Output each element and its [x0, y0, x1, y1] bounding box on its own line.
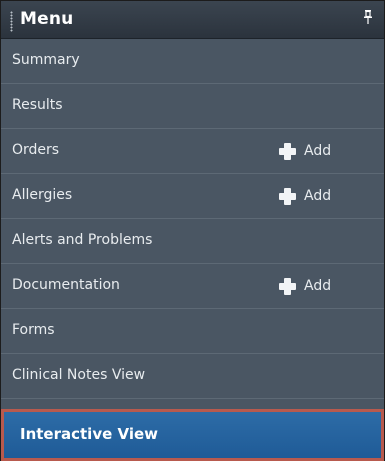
menu-item-label: Results [12, 97, 63, 113]
plus-icon [279, 142, 296, 160]
menu-item-summary[interactable]: Summary [1, 39, 384, 84]
menu-item-forms[interactable]: Forms [1, 309, 384, 354]
allergies-add-button[interactable]: Add [279, 185, 331, 207]
menu-item-label: Forms [12, 322, 55, 338]
drag-grip-icon[interactable] [10, 11, 13, 32]
menu-item-interactive-view[interactable]: Interactive View [1, 409, 384, 461]
menu-panel: Menu Summary Results Orders Add Allergie… [0, 0, 385, 461]
menu-item-orders[interactable]: Orders Add [1, 129, 384, 174]
add-label: Add [304, 188, 332, 204]
menu-item-allergies[interactable]: Allergies Add [1, 174, 384, 219]
add-label: Add [304, 143, 332, 159]
pin-icon[interactable] [364, 10, 372, 24]
orders-add-button[interactable]: Add [279, 140, 331, 162]
menu-list: Summary Results Orders Add Allergies Add… [1, 39, 384, 399]
menu-item-label: Alerts and Problems [12, 232, 153, 248]
menu-item-label: Orders [12, 142, 60, 158]
menu-item-results[interactable]: Results [1, 84, 384, 129]
menu-item-label: Interactive View [20, 425, 159, 443]
menu-item-label: Summary [12, 52, 80, 68]
menu-header: Menu [1, 1, 384, 39]
documentation-add-button[interactable]: Add [279, 275, 331, 297]
menu-title: Menu [20, 9, 74, 29]
plus-icon [279, 187, 296, 205]
menu-item-alerts-and-problems[interactable]: Alerts and Problems [1, 219, 384, 264]
menu-item-documentation[interactable]: Documentation Add [1, 264, 384, 309]
add-label: Add [304, 278, 332, 294]
menu-item-label: Clinical Notes View [12, 367, 146, 383]
menu-item-clinical-notes-view[interactable]: Clinical Notes View [1, 354, 384, 399]
plus-icon [279, 277, 296, 295]
menu-item-label: Documentation [12, 277, 120, 293]
menu-item-label: Allergies [12, 187, 73, 203]
